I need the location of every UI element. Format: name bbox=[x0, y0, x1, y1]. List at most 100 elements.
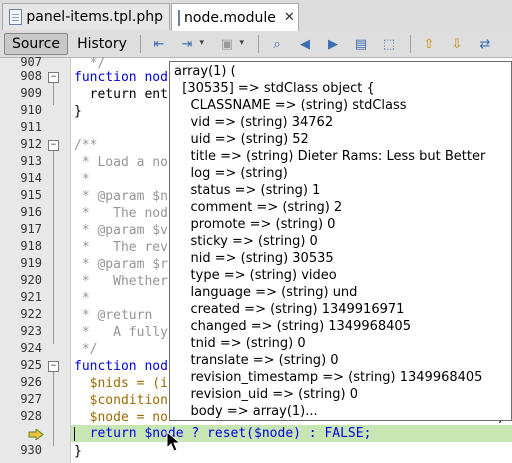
text-caret bbox=[74, 427, 75, 441]
tooltip-line: revision_uid => (string) 0 bbox=[174, 387, 358, 402]
tooltip-line: changed => (string) 1349968405 bbox=[174, 319, 411, 334]
line-number: 910 bbox=[20, 103, 42, 117]
line-number: 918 bbox=[20, 239, 42, 253]
tab-node-module[interactable]: node.module ✕ bbox=[171, 3, 299, 31]
back-icon[interactable]: ⇤ bbox=[150, 35, 168, 53]
line-number: 930 bbox=[20, 443, 42, 457]
toggle-bookmark-icon[interactable]: ⇄ bbox=[476, 35, 494, 53]
code-line: * @return bbox=[74, 308, 153, 323]
previous-bookmark-icon[interactable]: ⇧ bbox=[420, 35, 438, 53]
code-line: } bbox=[74, 444, 82, 459]
code-line: */ bbox=[74, 342, 98, 357]
tab-label: node.module bbox=[184, 9, 276, 26]
code-line: * A fully bbox=[74, 325, 168, 340]
tab-panel-items[interactable]: panel-items.tpl.php bbox=[2, 3, 170, 30]
line-number: 919 bbox=[20, 256, 42, 270]
tooltip-line: title => (string) Dieter Rams: Less but … bbox=[174, 149, 486, 164]
current-line-arrow-icon bbox=[28, 429, 44, 440]
tooltip-line: promote => (string) 0 bbox=[174, 217, 336, 232]
code-line: $condition bbox=[74, 393, 168, 408]
code-line: function nod bbox=[74, 70, 168, 85]
code-line: function nod bbox=[74, 359, 168, 374]
toolbar-separator bbox=[258, 35, 259, 53]
tooltip-line: translate => (string) 0 bbox=[174, 353, 339, 368]
line-number: 925 bbox=[20, 358, 42, 372]
line-number: 917 bbox=[20, 222, 42, 236]
fold-guide bbox=[53, 151, 54, 344]
source-button[interactable]: Source bbox=[4, 33, 68, 55]
tooltip-line: type => (string) video bbox=[174, 268, 337, 283]
history-button[interactable]: History bbox=[72, 33, 132, 55]
tooltip-line: sticky => (string) 0 bbox=[174, 234, 318, 249]
line-number: 913 bbox=[20, 154, 42, 168]
code-line: * Load a no bbox=[74, 155, 168, 170]
tooltip-line: nid => (string) 30535 bbox=[174, 251, 334, 266]
tooltip-line: vid => (string) 34762 bbox=[174, 115, 334, 130]
fold-guide bbox=[53, 83, 54, 105]
line-number-gutter: 907 908 909 910 911 912 913 914 915 916 … bbox=[0, 55, 71, 463]
tooltip-line: tnid => (string) 0 bbox=[174, 336, 306, 351]
next-bookmark-icon[interactable]: ⇩ bbox=[448, 35, 466, 53]
file-icon bbox=[9, 9, 23, 25]
fold-toggle-icon[interactable]: − bbox=[48, 140, 59, 151]
tooltip-line: created => (string) 1349916971 bbox=[174, 302, 405, 317]
line-number: 914 bbox=[20, 171, 42, 185]
line-number: 912 bbox=[20, 137, 42, 151]
code-line: return ent bbox=[74, 87, 168, 102]
find-previous-icon[interactable]: ◀ bbox=[296, 35, 314, 53]
line-number: 923 bbox=[20, 324, 42, 338]
code-line: * The nod bbox=[74, 206, 168, 221]
line-number: 920 bbox=[20, 273, 42, 287]
close-icon[interactable]: ✕ bbox=[284, 10, 295, 25]
code-line: * The rev bbox=[74, 240, 168, 255]
line-number: 909 bbox=[20, 86, 42, 100]
tab-label: panel-items.tpl.php bbox=[26, 9, 163, 25]
code-line: $nids = (i bbox=[74, 376, 168, 391]
tooltip-line: language => (string) und bbox=[174, 285, 358, 300]
tooltip-line: array(1) ( bbox=[174, 64, 236, 79]
fold-toggle-icon[interactable]: − bbox=[48, 72, 59, 83]
code-line: * @param $n bbox=[74, 189, 168, 204]
file-icon bbox=[178, 9, 180, 26]
line-number: 922 bbox=[20, 307, 42, 321]
tooltip-line: revision_timestamp => (string) 134996840… bbox=[174, 370, 483, 385]
find-icon[interactable]: ⌕ bbox=[268, 35, 286, 53]
select-icon[interactable]: ⬚ bbox=[380, 35, 398, 53]
mouse-pointer-icon bbox=[166, 431, 182, 452]
code-line-current: return $node ? reset($node) : FALSE; bbox=[74, 426, 372, 441]
toggle-highlight-icon[interactable]: ▤ bbox=[352, 35, 370, 53]
tooltip-line: CLASSNAME => (string) stdClass bbox=[174, 98, 407, 113]
code-line: * bbox=[74, 291, 90, 306]
tooltip-line: body => array(1)... bbox=[174, 404, 318, 419]
line-number: 921 bbox=[20, 290, 42, 304]
code-line: * bbox=[74, 172, 90, 187]
fold-guide bbox=[53, 372, 54, 446]
fold-toggle-icon[interactable]: − bbox=[48, 361, 59, 372]
line-number: 924 bbox=[20, 341, 42, 355]
disabled-dropdown-icon[interactable]: ▣ bbox=[218, 35, 244, 53]
editor-tab-bar: panel-items.tpl.php node.module ✕ bbox=[0, 0, 512, 32]
code-line: $node = no bbox=[74, 410, 168, 425]
variable-inspector-tooltip: array(1) ( [30535] => stdClass object { … bbox=[169, 61, 512, 421]
line-number: 927 bbox=[20, 392, 42, 406]
editor-toolbar: Source History ⇤ ⇥ ▣ ⌕ ◀ ▶ ▤ ⬚ ⇧ ⇩ ⇄ bbox=[0, 31, 512, 58]
line-number: 911 bbox=[20, 120, 42, 134]
code-line: } bbox=[74, 104, 82, 119]
line-number: 908 bbox=[20, 69, 42, 83]
code-line: * @param $v bbox=[74, 223, 168, 238]
line-number: 907 bbox=[20, 55, 42, 69]
toolbar-separator bbox=[410, 35, 411, 53]
tooltip-line: comment => (string) 2 bbox=[174, 200, 343, 215]
code-line: /** bbox=[74, 138, 98, 153]
line-number: 915 bbox=[20, 188, 42, 202]
find-next-icon[interactable]: ▶ bbox=[324, 35, 342, 53]
line-number: 928 bbox=[20, 409, 42, 423]
forward-dropdown-icon[interactable]: ⇥ bbox=[178, 35, 204, 53]
line-number: 926 bbox=[20, 375, 42, 389]
line-number: 916 bbox=[20, 205, 42, 219]
tooltip-line: [30535] => stdClass object { bbox=[174, 81, 375, 96]
tooltip-line: status => (string) 1 bbox=[174, 183, 321, 198]
tooltip-line: uid => (string) 52 bbox=[174, 132, 309, 147]
code-line: * Whether bbox=[74, 274, 168, 289]
toolbar-separator bbox=[140, 35, 141, 53]
